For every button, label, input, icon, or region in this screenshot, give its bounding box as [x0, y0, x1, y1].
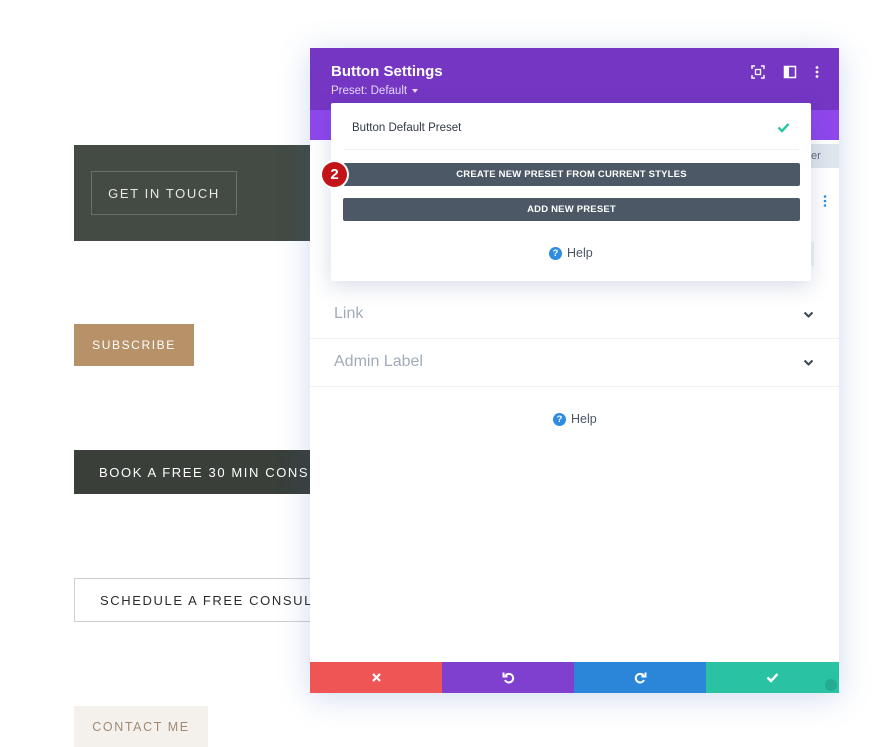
- undo-button[interactable]: [442, 662, 574, 693]
- preset-dropdown: Button Default Preset CREATE NEW PRESET …: [331, 103, 811, 281]
- divider: [343, 149, 799, 150]
- modal-title: Button Settings: [331, 63, 443, 80]
- undo-icon: [502, 671, 515, 684]
- check-icon: [777, 122, 790, 133]
- admin-label-section-label: Admin Label: [334, 353, 423, 371]
- chevron-down-icon: [803, 359, 814, 367]
- help-icon: ?: [553, 413, 566, 426]
- split-view-icon[interactable]: [783, 65, 797, 79]
- get-in-touch-button[interactable]: GET IN TOUCH: [91, 171, 237, 215]
- preset-selector[interactable]: Preset: Default: [331, 85, 418, 97]
- help-icon: ?: [549, 247, 562, 260]
- link-section-toggle[interactable]: Link: [310, 291, 839, 339]
- preset-label: Preset: Default: [331, 85, 407, 97]
- create-preset-button[interactable]: CREATE NEW PRESET FROM CURRENT STYLES: [343, 163, 800, 186]
- get-in-touch-section: GET IN TOUCH: [74, 145, 314, 241]
- modal-header: Button Settings Preset: Default: [310, 48, 839, 110]
- contact-me-button[interactable]: CONTACT ME: [74, 706, 208, 747]
- row-more-icon[interactable]: [822, 194, 828, 208]
- subscribe-button[interactable]: SUBSCRIBE: [74, 324, 194, 366]
- page-canvas: GET IN TOUCH SUBSCRIBE BOOK A FREE 30 MI…: [0, 0, 880, 747]
- help-link[interactable]: ? Help: [553, 412, 597, 426]
- modal-footer: [310, 662, 839, 693]
- link-section-label: Link: [334, 305, 363, 323]
- redo-icon: [634, 671, 647, 684]
- default-preset-label: Button Default Preset: [352, 122, 461, 134]
- more-options-icon[interactable]: [810, 65, 824, 79]
- dropdown-help-label: Help: [567, 246, 593, 260]
- dropdown-help-link[interactable]: ? Help: [549, 246, 593, 260]
- save-button[interactable]: [706, 662, 839, 693]
- help-label: Help: [571, 412, 597, 426]
- chevron-down-icon: [803, 311, 814, 319]
- schedule-consultation-button[interactable]: SCHEDULE A FREE CONSULTATION: [74, 578, 314, 622]
- resize-handle[interactable]: [825, 679, 837, 691]
- close-icon: [371, 672, 382, 683]
- admin-label-section-toggle[interactable]: Admin Label: [310, 339, 839, 387]
- cancel-button[interactable]: [310, 662, 442, 693]
- default-preset-item[interactable]: Button Default Preset: [331, 103, 811, 150]
- step-badge: 2: [322, 162, 347, 187]
- check-icon: [766, 672, 779, 683]
- caret-down-icon: [412, 89, 418, 93]
- add-preset-button[interactable]: ADD NEW PRESET: [343, 198, 800, 221]
- redo-button[interactable]: [574, 662, 706, 693]
- book-consultation-button[interactable]: BOOK A FREE 30 MIN CONSULTATION: [74, 450, 314, 494]
- expand-icon[interactable]: [751, 65, 765, 79]
